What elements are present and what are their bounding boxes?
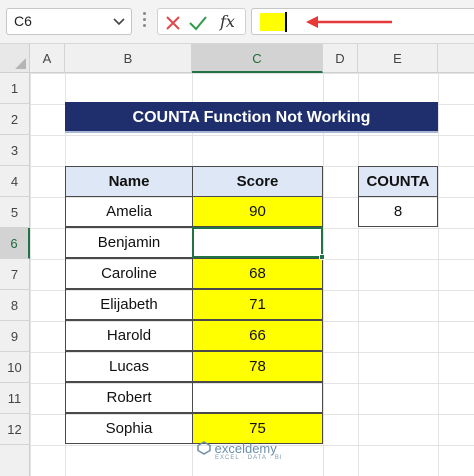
name-cell[interactable]: Amelia bbox=[65, 196, 193, 227]
cancel-button[interactable] bbox=[164, 11, 182, 37]
column-header-e[interactable]: E bbox=[358, 44, 438, 73]
name-cell[interactable]: Harold bbox=[65, 320, 193, 351]
column-header-c[interactable]: C bbox=[192, 44, 323, 73]
row-header-9[interactable]: 9 bbox=[0, 321, 30, 352]
watermark-name: exceldemy bbox=[214, 441, 277, 456]
formula-buttons: fx bbox=[157, 8, 246, 35]
row-header-1[interactable]: 1 bbox=[0, 73, 30, 104]
name-cell[interactable]: Caroline bbox=[65, 258, 193, 289]
exceldemy-watermark: exceldemy EXCEL · DATA · BI bbox=[197, 441, 282, 461]
name-cell[interactable]: Robert bbox=[65, 382, 193, 413]
row-header-13[interactable] bbox=[0, 445, 30, 476]
row-header-7[interactable]: 7 bbox=[0, 259, 30, 290]
counta-header[interactable]: COUNTA bbox=[358, 166, 438, 197]
table-header-score[interactable]: Score bbox=[192, 166, 323, 197]
row-header-8[interactable]: 8 bbox=[0, 290, 30, 321]
formula-bar: C6 fx bbox=[0, 0, 474, 44]
arrow-left-icon bbox=[306, 16, 392, 28]
chevron-down-icon[interactable] bbox=[113, 18, 125, 26]
score-cell[interactable]: 66 bbox=[192, 320, 323, 351]
row-header-5[interactable]: 5 bbox=[0, 197, 30, 228]
formula-input[interactable] bbox=[251, 8, 474, 35]
name-cell[interactable]: Benjamin bbox=[65, 227, 193, 258]
fill-color-preview bbox=[260, 13, 287, 31]
column-header-b[interactable]: B bbox=[65, 44, 192, 73]
column-header-f[interactable] bbox=[438, 44, 474, 73]
score-cell[interactable] bbox=[192, 382, 323, 413]
sheet-title[interactable]: COUNTA Function Not Working bbox=[65, 102, 438, 133]
insert-function-button[interactable]: fx bbox=[220, 11, 235, 33]
score-cell[interactable]: 90 bbox=[192, 196, 323, 227]
row-header-11[interactable]: 11 bbox=[0, 383, 30, 414]
counta-value[interactable]: 8 bbox=[358, 196, 438, 227]
exceldemy-logo-icon bbox=[197, 441, 211, 455]
name-box-value: C6 bbox=[14, 13, 32, 29]
name-cell[interactable]: Sophia bbox=[65, 413, 193, 444]
name-cell[interactable]: Elijabeth bbox=[65, 289, 193, 320]
check-icon bbox=[189, 16, 207, 31]
row-header-2[interactable]: 2 bbox=[0, 104, 30, 135]
row-header-3[interactable]: 3 bbox=[0, 135, 30, 166]
name-cell[interactable]: Lucas bbox=[65, 351, 193, 382]
column-header-d[interactable]: D bbox=[323, 44, 358, 73]
active-cell-c6[interactable] bbox=[192, 227, 323, 258]
score-cell[interactable]: 71 bbox=[192, 289, 323, 320]
score-cell[interactable]: 78 bbox=[192, 351, 323, 382]
row-header-6[interactable]: 6 bbox=[0, 228, 30, 259]
row-header-12[interactable]: 12 bbox=[0, 414, 30, 445]
score-cell[interactable]: 75 bbox=[192, 413, 323, 444]
select-all-corner[interactable] bbox=[0, 44, 30, 73]
close-icon bbox=[166, 16, 180, 30]
watermark-tagline: EXCEL · DATA · BI bbox=[215, 455, 283, 461]
fill-handle[interactable] bbox=[319, 254, 325, 260]
score-cell[interactable]: 68 bbox=[192, 258, 323, 289]
row-header-10[interactable]: 10 bbox=[0, 352, 30, 383]
name-box[interactable]: C6 bbox=[6, 8, 132, 35]
more-options-icon[interactable] bbox=[142, 12, 148, 30]
row-header-4[interactable]: 4 bbox=[0, 166, 30, 197]
text-cursor bbox=[285, 12, 287, 32]
enter-button[interactable] bbox=[188, 11, 208, 37]
column-header-a[interactable]: A bbox=[30, 44, 65, 73]
table-header-name[interactable]: Name bbox=[65, 166, 193, 197]
